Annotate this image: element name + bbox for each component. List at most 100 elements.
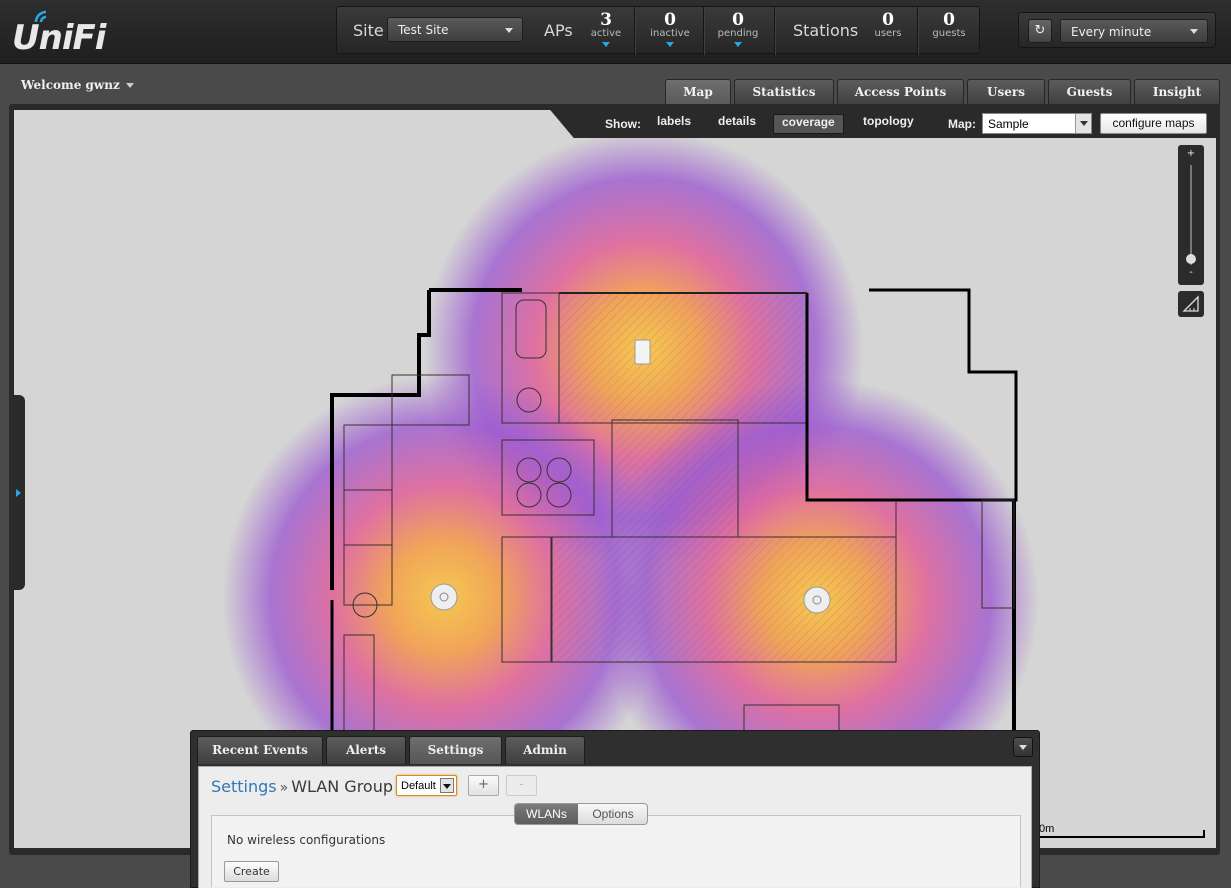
tab-label: Settings [427,743,484,757]
refresh-box: ↻ Every minute [1018,12,1216,48]
aps-active-stat[interactable]: 3 active [587,7,625,55]
tab-recent-events[interactable]: Recent Events [197,736,323,764]
aps-inactive-stat[interactable]: 0 inactive [642,7,698,55]
add-wlan-group-button[interactable]: + [468,775,499,796]
bottom-panel: Recent Events Alerts Settings Admin Sett… [190,730,1040,888]
welcome-text: Welcome gwnz [21,78,120,92]
breadcrumb-separator: » [279,780,289,796]
aps-label: APs [544,21,573,40]
subtab-options[interactable]: Options [578,804,647,824]
zoom-track[interactable] [1190,165,1192,265]
map-select-value: Sample [988,117,1029,131]
map-label: Map: [948,117,976,131]
remove-wlan-group-button[interactable]: - [506,775,537,796]
wlan-list: No wireless configurations Create [211,815,1021,887]
show-labels-button[interactable]: labels [649,114,699,134]
site-label: Site [353,21,384,40]
breadcrumb-current: WLAN Group [291,777,394,796]
tab-label: Access Points [854,85,947,99]
tab-insight[interactable]: Insight [1134,79,1220,105]
ap-top [634,339,651,365]
panel-collapse-button[interactable] [1013,737,1033,757]
refresh-button[interactable]: ↻ [1028,19,1052,43]
show-topology-button[interactable]: topology [855,114,922,134]
chevron-down-icon [125,83,134,88]
sidebar-expand-handle[interactable] [11,395,25,590]
configure-maps-button[interactable]: configure maps [1100,113,1207,134]
tab-users[interactable]: Users [967,79,1045,105]
user-menu[interactable]: Welcome gwnz [21,78,134,92]
stations-guests-count: 0 [943,10,955,30]
wall-ap-icon [634,339,651,365]
scale-label: 0m [1039,823,1055,835]
show-coverage-button[interactable]: coverage [773,114,844,134]
aps-pending-count: 0 [732,10,744,30]
tab-guests[interactable]: Guests [1048,79,1131,105]
scale-tick [1203,830,1205,838]
tab-label: Alerts [345,743,387,757]
create-wlan-button[interactable]: Create [224,861,279,882]
scale-bar [1030,836,1205,838]
ap-left [430,583,458,611]
subtab-wlans[interactable]: WLANs [515,804,578,824]
tab-map[interactable]: Map [665,79,731,107]
ap-right [803,586,831,614]
ruler-button[interactable] [1178,291,1204,317]
tab-label: Guests [1066,85,1113,99]
stations-guests-stat[interactable]: 0 guests [929,7,969,55]
tab-alerts[interactable]: Alerts [326,736,406,764]
refresh-interval-value: Every minute [1071,25,1152,39]
tab-access-points[interactable]: Access Points [837,79,964,105]
refresh-interval-select[interactable]: Every minute [1060,19,1208,43]
chevron-down-icon [1075,114,1091,133]
map-show-bar: Show: labels details coverage topology M… [580,110,1216,138]
site-status-box: Site Test Site APs 3 active 0 inactive 0… [336,6,980,55]
divider [774,7,775,55]
stations-users-stat[interactable]: 0 users [873,7,903,55]
map-select[interactable]: Sample [982,113,1092,134]
divider [634,7,635,55]
breadcrumb-settings-link[interactable]: Settings [211,777,277,796]
unifi-logo: UniFi [12,10,106,58]
site-select-value: Test Site [398,23,449,37]
chevron-down-icon [440,778,454,793]
aps-pending-stat[interactable]: 0 pending [710,7,766,55]
zoom-handle[interactable] [1186,254,1196,264]
ruler-icon [1182,295,1199,312]
breadcrumb: Settings» WLAN Group [211,777,393,796]
stations-guests-label: guests [932,28,966,39]
expand-arrow-icon [734,42,742,47]
wlan-group-select[interactable]: Default [396,775,457,796]
tab-label: Users [987,85,1025,99]
tab-admin[interactable]: Admin [505,736,585,764]
tab-label: Admin [523,743,567,757]
chevron-down-icon [1190,29,1198,34]
tab-label: Recent Events [212,743,308,757]
ceiling-ap-icon [430,583,458,611]
stations-label: Stations [793,21,859,40]
zoom-in-icon[interactable]: + [1178,148,1204,159]
zoom-slider[interactable]: + - [1178,145,1204,285]
chevron-down-icon [505,28,513,33]
expand-arrow-icon [602,42,610,47]
aps-inactive-label: inactive [650,28,690,39]
zoom-out-icon[interactable]: - [1178,267,1204,278]
wlan-group-value: Default [401,780,436,792]
site-select[interactable]: Test Site [387,17,523,42]
tab-settings[interactable]: Settings [409,736,502,764]
top-bar: UniFi Site Test Site APs 3 active 0 inac… [0,0,1231,64]
refresh-icon: ↻ [1034,23,1046,38]
show-label: Show: [605,117,641,131]
logo-text: UniFi [12,18,106,58]
tab-label: Map [683,85,713,99]
tab-statistics[interactable]: Statistics [734,79,834,105]
show-details-button[interactable]: details [710,114,764,134]
divider [917,7,918,55]
ceiling-ap-icon [803,586,831,614]
aps-pending-label: pending [717,28,759,39]
expand-arrow-icon [666,42,674,47]
stations-users-count: 0 [882,10,894,30]
tab-label: Insight [1152,85,1202,99]
wifi-signal-icon [34,10,47,23]
settings-panel: Settings» WLAN Group Default + - No wirel… [198,766,1032,888]
